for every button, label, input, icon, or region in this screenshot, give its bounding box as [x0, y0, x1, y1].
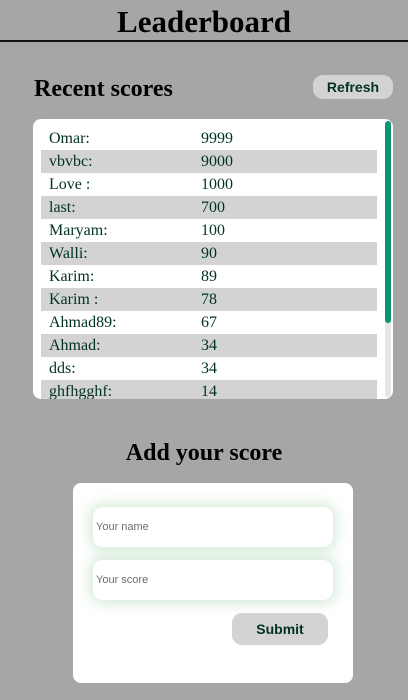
- player-name: Ahmad89:: [49, 313, 117, 331]
- player-name: Karim :: [49, 290, 99, 308]
- player-score: 89: [201, 267, 217, 285]
- recent-scores-heading: Recent scores: [34, 76, 173, 102]
- refresh-button[interactable]: Refresh: [313, 75, 393, 99]
- player-name: Love :: [49, 175, 91, 193]
- player-name: Omar:: [49, 129, 90, 147]
- score-row: Walli: 90: [41, 242, 377, 265]
- player-name: Walli:: [49, 244, 88, 262]
- scrollbar[interactable]: [385, 121, 391, 397]
- player-score: 1000: [201, 175, 233, 193]
- scores-rows: Omar: 9999 vbvbc: 9000 Love : 1000 last: 700 Mar…: [41, 127, 377, 399]
- player-score: 100: [201, 221, 225, 239]
- score-row: Love : 1000: [41, 173, 377, 196]
- score-row: ghfhgghf: 14: [41, 380, 377, 399]
- add-score-form: Submit: [73, 483, 353, 683]
- player-name: vbvbc:: [49, 152, 93, 170]
- score-input[interactable]: [93, 560, 333, 600]
- player-score: 34: [201, 336, 217, 354]
- player-score: 78: [201, 290, 217, 308]
- add-score-heading: Add your score: [125, 440, 283, 466]
- score-row: Omar: 9999: [41, 127, 377, 150]
- header-divider: [0, 40, 408, 42]
- player-name: ghfhgghf:: [49, 382, 113, 400]
- scores-list[interactable]: Omar: 9999 vbvbc: 9000 Love : 1000 last: 700 Mar…: [33, 119, 393, 399]
- score-row: Ahmad89: 67: [41, 311, 377, 334]
- player-score: 34: [201, 359, 217, 377]
- page-title: Leaderboard: [117, 4, 291, 39]
- player-score: 67: [201, 313, 217, 331]
- score-row: Karim: 89: [41, 265, 377, 288]
- player-name: Maryam:: [49, 221, 108, 239]
- player-name: dds:: [49, 359, 76, 377]
- player-score: 90: [201, 244, 217, 262]
- scrollbar-thumb[interactable]: [385, 121, 391, 323]
- score-row: Ahmad: 34: [41, 334, 377, 357]
- player-score: 14: [201, 382, 217, 400]
- player-score: 9999: [201, 129, 233, 147]
- score-row: last: 700: [41, 196, 377, 219]
- score-row: vbvbc: 9000: [41, 150, 377, 173]
- score-row: Karim : 78: [41, 288, 377, 311]
- player-name: last:: [49, 198, 76, 216]
- player-name: Ahmad:: [49, 336, 101, 354]
- name-input[interactable]: [93, 507, 333, 547]
- score-row: dds: 34: [41, 357, 377, 380]
- submit-button[interactable]: Submit: [232, 613, 328, 645]
- player-name: Karim:: [49, 267, 95, 285]
- player-score: 700: [201, 198, 225, 216]
- player-score: 9000: [201, 152, 233, 170]
- score-row: Maryam: 100: [41, 219, 377, 242]
